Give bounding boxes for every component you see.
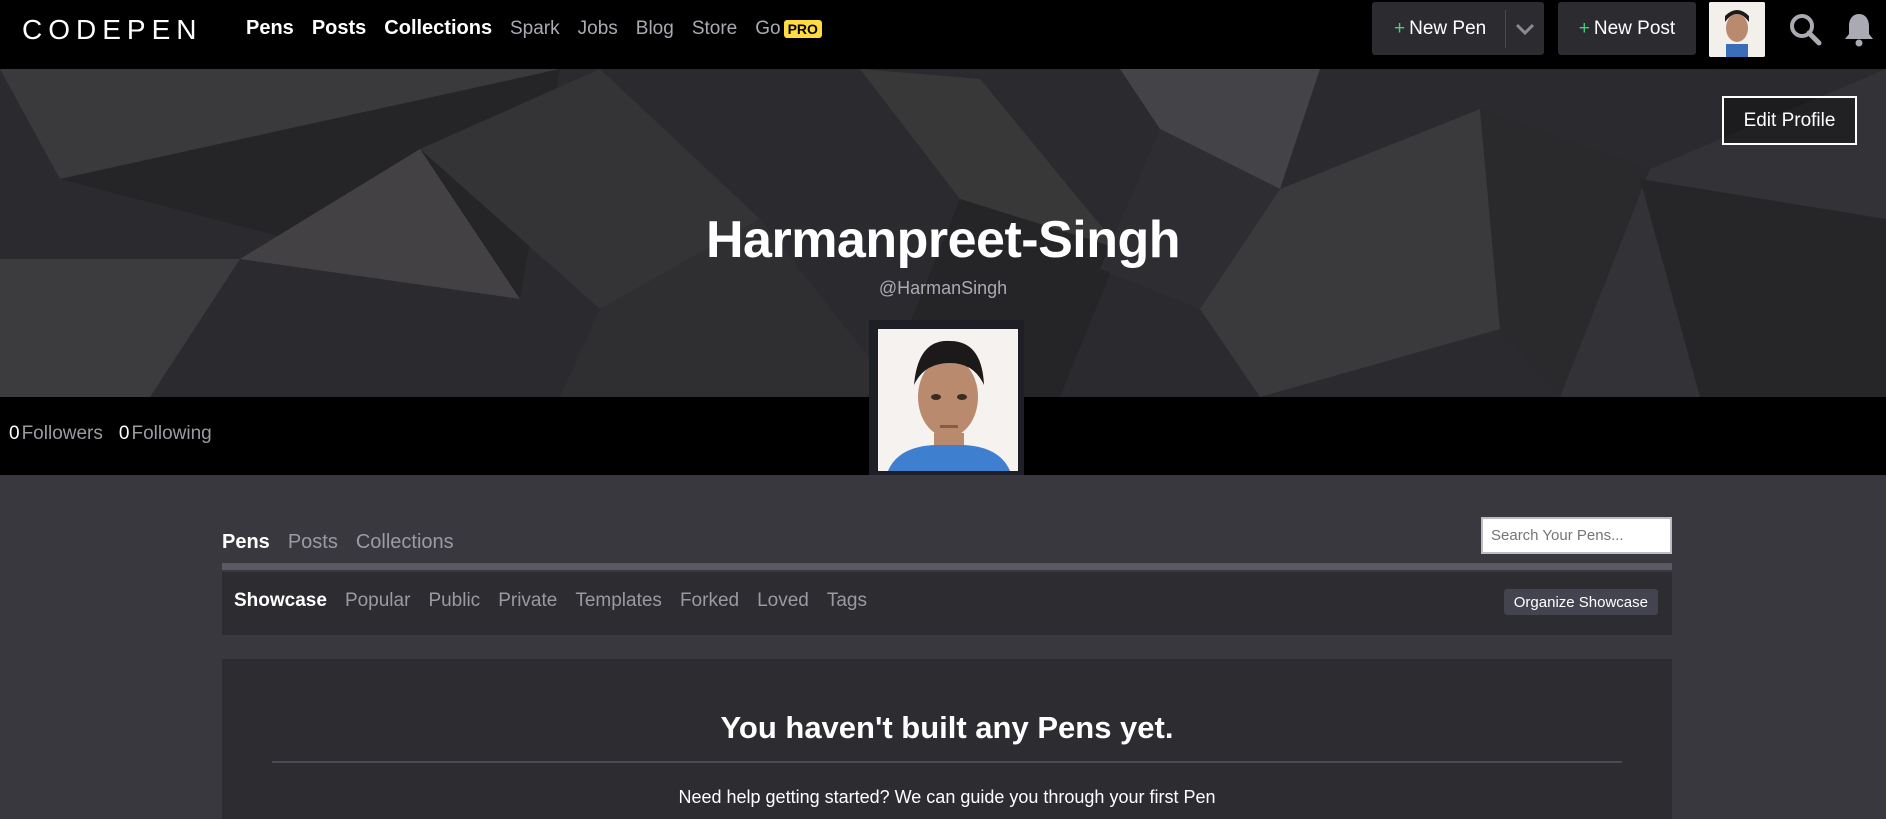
tabs-divider: [222, 563, 1672, 570]
filter-showcase[interactable]: Showcase: [234, 590, 327, 612]
follow-stats: 0 Followers 0 Following: [9, 423, 212, 445]
nav-pens[interactable]: Pens: [246, 17, 294, 40]
filter-templates[interactable]: Templates: [575, 590, 662, 612]
filter-popular[interactable]: Popular: [345, 590, 411, 612]
chevron-down-icon: [1515, 23, 1535, 35]
organize-showcase-button[interactable]: Organize Showcase: [1503, 589, 1658, 615]
new-pen-button[interactable]: + New Pen: [1372, 18, 1505, 40]
empty-state-panel: You haven't built any Pens yet. Need hel…: [222, 659, 1672, 819]
secondary-nav: Spark Jobs Blog Store Go PRO: [510, 18, 822, 40]
filter-loved[interactable]: Loved: [757, 590, 809, 612]
nav-collections[interactable]: Collections: [384, 17, 492, 40]
profile-avatar[interactable]: [869, 320, 1024, 475]
profile-username: @HarmanSingh: [878, 278, 1008, 298]
search-icon[interactable]: [1788, 12, 1822, 46]
tab-pens[interactable]: Pens: [222, 531, 270, 554]
edit-profile-button[interactable]: Edit Profile: [1722, 96, 1857, 145]
pens-filter-tabs: Showcase Popular Public Private Template…: [234, 590, 867, 612]
followers-count: 0: [9, 423, 20, 444]
plus-icon: +: [1578, 17, 1590, 39]
search-pens-input[interactable]: [1481, 517, 1672, 554]
bell-icon[interactable]: [1843, 11, 1875, 47]
following-link[interactable]: 0 Following: [119, 423, 212, 445]
followers-label: Followers: [21, 423, 103, 444]
empty-state-help-text: Need help getting started? We can guide …: [678, 787, 1216, 807]
filter-tags[interactable]: Tags: [827, 590, 867, 612]
new-pen-dropdown-toggle[interactable]: [1506, 23, 1544, 35]
nav-spark[interactable]: Spark: [510, 18, 560, 40]
pro-badge: PRO: [783, 20, 822, 38]
empty-state-title: You haven't built any Pens yet.: [720, 710, 1174, 745]
filter-private[interactable]: Private: [498, 590, 557, 612]
filter-public[interactable]: Public: [428, 590, 480, 612]
nav-go-pro[interactable]: Go PRO: [755, 18, 822, 40]
profile-display-name: Harmanpreet-Singh: [705, 211, 1181, 269]
new-post-label: New Post: [1593, 17, 1676, 39]
avatar: [1709, 2, 1765, 57]
tab-posts[interactable]: Posts: [288, 531, 338, 554]
nav-blog[interactable]: Blog: [636, 18, 674, 40]
new-post-button[interactable]: + New Post: [1558, 2, 1696, 55]
main-nav: Pens Posts Collections: [246, 17, 492, 40]
nav-go-label: Go: [755, 18, 781, 39]
profile-tabs: Pens Posts Collections: [222, 531, 454, 554]
pens-filter-bar: Showcase Popular Public Private Template…: [222, 572, 1672, 635]
nav-posts[interactable]: Posts: [312, 17, 366, 40]
nav-store[interactable]: Store: [692, 18, 737, 40]
top-navigation-bar: CODEPEN Pens Posts Collections Spark Job…: [0, 0, 1886, 69]
codepen-logo[interactable]: CODEPEN: [22, 14, 202, 46]
user-avatar-button[interactable]: [1709, 2, 1765, 57]
avatar: [878, 329, 1018, 471]
following-count: 0: [118, 423, 130, 444]
codepen-logo-text: CODEPEN: [22, 14, 203, 45]
new-pen-label: New Pen: [1409, 17, 1487, 39]
tab-collections[interactable]: Collections: [356, 531, 454, 554]
plus-icon: +: [1394, 17, 1406, 39]
followers-link[interactable]: 0 Followers: [9, 423, 103, 445]
profile-photo: [878, 329, 1018, 471]
empty-state-divider: [272, 761, 1622, 763]
nav-jobs[interactable]: Jobs: [578, 18, 618, 40]
new-pen-button-group: + New Pen: [1372, 2, 1544, 55]
following-label: Following: [131, 423, 212, 444]
filter-forked[interactable]: Forked: [680, 590, 739, 612]
